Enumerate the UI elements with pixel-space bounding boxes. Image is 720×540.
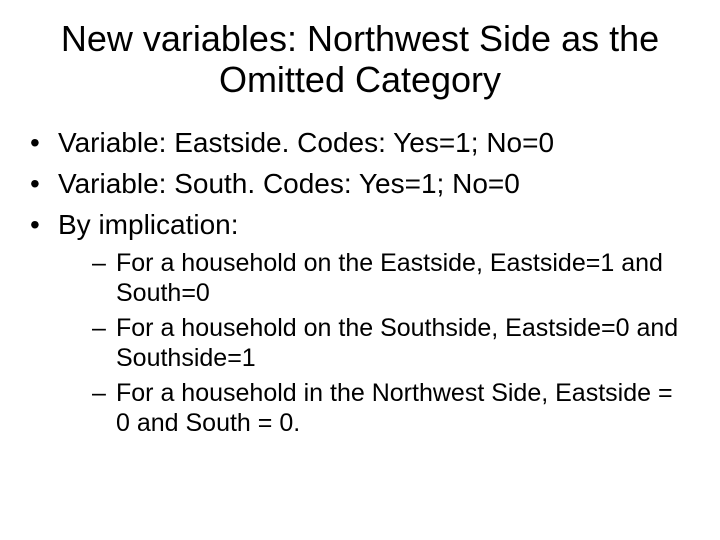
sub-bullet-item: For a household in the Northwest Side, E… (92, 378, 690, 439)
sub-bullet-text: For a household in the Northwest Side, E… (116, 379, 673, 438)
slide-title: New variables: Northwest Side as the Omi… (30, 18, 690, 101)
sub-bullet-text: For a household on the Southside, Eastsi… (116, 314, 678, 373)
bullet-item: Variable: Eastside. Codes: Yes=1; No=0 (30, 125, 690, 160)
bullet-text: By implication: (58, 209, 239, 240)
sub-bullet-list: For a household on the Eastside, Eastsid… (58, 248, 690, 439)
bullet-item: Variable: South. Codes: Yes=1; No=0 (30, 166, 690, 201)
bullet-text: Variable: Eastside. Codes: Yes=1; No=0 (58, 127, 554, 158)
bullet-text: Variable: South. Codes: Yes=1; No=0 (58, 168, 520, 199)
bullet-item: By implication: For a household on the E… (30, 207, 690, 439)
slide: New variables: Northwest Side as the Omi… (0, 0, 720, 540)
sub-bullet-item: For a household on the Eastside, Eastsid… (92, 248, 690, 309)
sub-bullet-text: For a household on the Eastside, Eastsid… (116, 249, 663, 308)
bullet-list: Variable: Eastside. Codes: Yes=1; No=0 V… (30, 125, 690, 439)
sub-bullet-item: For a household on the Southside, Eastsi… (92, 313, 690, 374)
